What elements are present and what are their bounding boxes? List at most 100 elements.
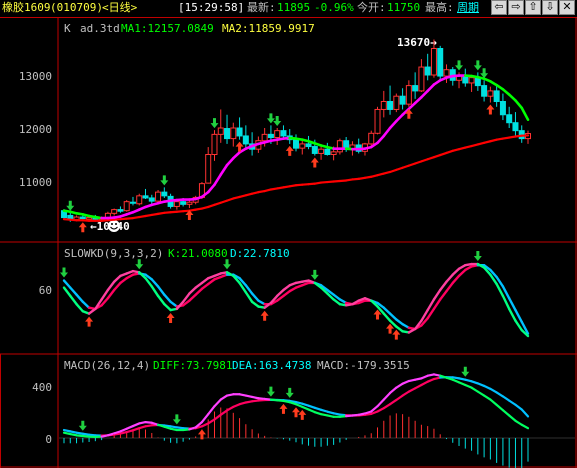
kd-k-segment [275,288,285,298]
ma1-segment [388,119,398,130]
kd-k-segment [445,273,454,283]
ma1-segment [520,106,530,121]
macd-dea-segment [382,403,392,410]
kd-k-segment [69,294,78,306]
sell-arrow-icon [223,259,232,270]
right-arrow-icon[interactable]: ⇨ [508,0,524,15]
candle-body [305,143,312,148]
candle-body [430,48,437,76]
sell-arrow-icon [172,414,181,425]
macd-label: MACD(26,12,4) [64,359,150,372]
candle-body [86,217,93,220]
chart-area[interactable]: K ad.3td MA1:12157.0849 MA2:11859.9917 1… [0,18,577,468]
kd-d-segment [75,293,85,303]
left-arrow-icon[interactable]: ⇦ [491,0,507,15]
kd-d-segment [163,293,172,303]
candle-body [437,48,444,77]
buy-arrow-icon [78,222,87,233]
candle-body [142,195,149,199]
macd-diff-segment [514,419,523,426]
candle-body [242,135,249,145]
buy-arrow-icon [392,329,401,340]
slowkd-lines [62,262,530,338]
candle-body [299,143,306,149]
sell-arrow-icon [455,60,464,71]
candle-body [148,197,155,202]
kd-d-segment [112,281,122,292]
macd-diff-value: DIFF:73.7981 [153,359,232,372]
buy-arrow-icon [166,313,175,324]
last-label: 最新: [247,1,276,14]
candle-body [443,69,450,77]
ma1-segment [395,113,404,123]
kd-k-segment [112,274,122,283]
macd-hist-value: MACD:-179.3515 [317,359,410,372]
candle-body [418,66,425,92]
sell-arrow-icon [266,386,275,397]
candle-body [506,114,513,124]
high-price-marker: 13670→ [397,36,437,49]
macd-dea-segment [213,413,222,421]
candle-body [336,140,343,153]
kd-d-segment [69,286,78,296]
ma1-segment [382,126,392,138]
down-arrow-icon[interactable]: ⇩ [542,0,558,15]
macd-diff-segment [483,394,492,401]
kd-k-segment [432,288,442,301]
macd-diff-segment [213,398,222,408]
period-link[interactable]: 周期 [457,1,479,15]
candle-body [399,95,406,105]
ma1-segment [426,83,436,93]
kd-k-segment [163,302,172,312]
candle-body [123,201,130,212]
kd-d-segment [81,300,91,309]
kd-d-segment [382,306,392,315]
sell-arrow-icon [135,259,144,270]
kline-template: ad.3td [80,22,120,35]
period-label: <日线> [102,1,138,14]
sell-arrow-icon [310,269,319,280]
kd-k-segment [382,312,392,322]
kd-d-segment [156,285,166,296]
kd-tick-60: 60 [39,284,52,297]
candle-body [493,90,500,103]
candle-body [468,77,475,84]
buy-arrow-icon [292,407,300,418]
price-tick-13000: 13000 [19,70,52,83]
macd-tick-0: 0 [45,433,52,446]
candle-body [267,133,274,139]
kd-d-segment [188,293,197,302]
kd-d-segment [388,312,398,321]
kd-d-segment [451,274,461,285]
kline-symbol: K [64,22,71,35]
buy-arrow-icon [279,403,288,414]
up-arrow-icon[interactable]: ⇧ [525,0,541,15]
macd-dea-segment [207,418,216,425]
candle-body [324,148,331,155]
kd-d-segment [150,278,160,288]
close-icon[interactable]: ✕ [559,0,575,15]
ma1-segment [219,163,229,176]
kd-label: SLOWKD(9,3,3,2) [64,247,163,260]
open-value: 11750 [387,1,421,14]
kd-d-segment [445,281,454,293]
macd-tick-400: 400 [32,381,52,394]
candle-body [318,148,325,154]
sell-arrow-icon [473,251,482,262]
buy-arrow-icon [298,409,307,420]
buy-arrow-icon [85,316,94,327]
buy-arrow-icon [285,145,294,156]
kd-d-segment [432,298,442,311]
last-value: 11895 [277,1,311,14]
kd-k-segment [62,286,72,298]
candle-body [393,95,400,110]
contract-code: (010709) [50,1,103,14]
sell-arrow-icon [66,200,75,211]
sell-arrow-icon [273,116,282,126]
macd-diff-segment [388,386,398,395]
kd-d-segment [250,292,260,302]
kd-k-segment [75,302,85,313]
candle-body [424,66,431,76]
candle-body [217,127,224,135]
ma1-segment [206,183,216,194]
